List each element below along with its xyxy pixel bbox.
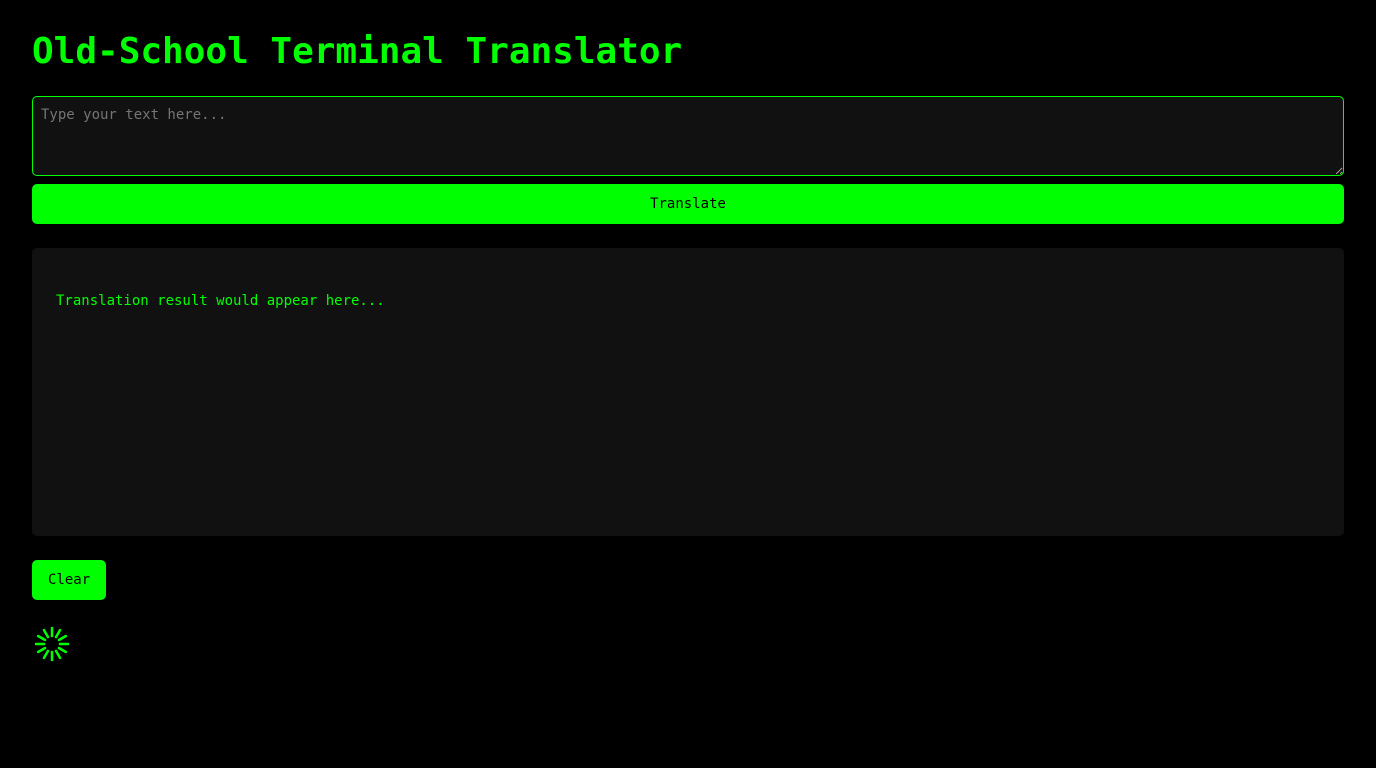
translator-page: Old-School Terminal Translator Translate… — [0, 0, 1376, 768]
translate-button[interactable]: Translate — [32, 184, 1344, 224]
translation-result-panel: Translation result would appear here... — [32, 248, 1344, 536]
translation-result-text: Translation result would appear here... — [56, 293, 385, 309]
page-title: Old-School Terminal Translator — [32, 31, 683, 72]
input-container — [32, 96, 1344, 176]
source-text-input[interactable] — [32, 96, 1344, 176]
loading-spinner-icon — [32, 624, 72, 664]
clear-button[interactable]: Clear — [32, 560, 107, 600]
spinner-graphic — [34, 626, 70, 662]
